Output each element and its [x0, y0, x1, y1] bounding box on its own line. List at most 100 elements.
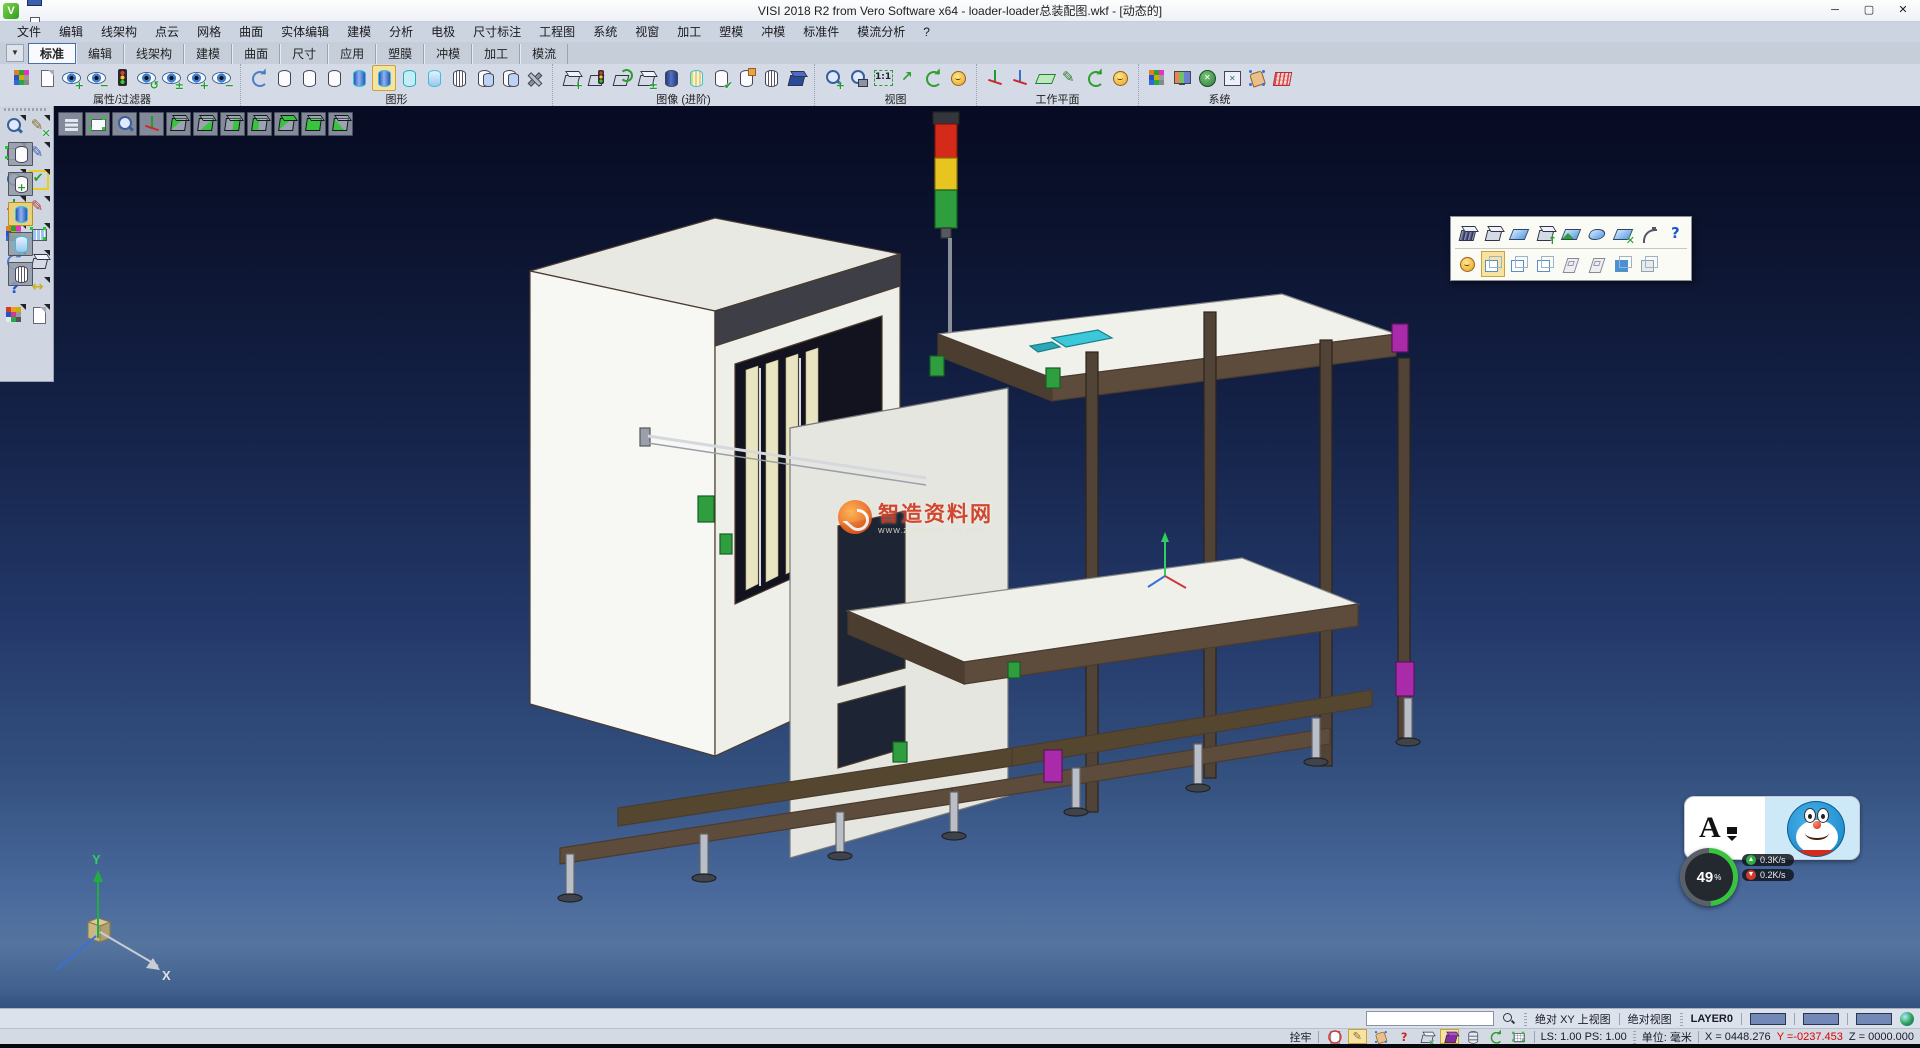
net-speed-widget[interactable]: A 49% ▲ 0.3K/s ▼: [1680, 796, 1880, 926]
menu-item-点云[interactable]: 点云: [146, 22, 188, 42]
layer-color-box-2[interactable]: [1803, 1013, 1839, 1025]
tab-模流[interactable]: 模流: [520, 44, 568, 64]
copy-page-button[interactable]: [27, 303, 50, 326]
menu-item-电极[interactable]: 电极: [422, 22, 464, 42]
fl-fillet-button[interactable]: [1637, 220, 1661, 246]
system-settings-button[interactable]: [1195, 65, 1219, 91]
style-transparent-button[interactable]: [8, 262, 33, 286]
fl-help-button[interactable]: [1663, 220, 1687, 246]
st-edit-mode-button[interactable]: [1348, 1029, 1367, 1044]
tab-应用[interactable]: 应用: [328, 44, 376, 64]
wireframe-hidden-button[interactable]: [297, 65, 321, 91]
shaded-edges-button[interactable]: [372, 65, 396, 91]
menu-item-分析[interactable]: 分析: [380, 22, 422, 42]
tab-dropdown-caret[interactable]: ▼: [6, 44, 24, 62]
tab-编辑[interactable]: 编辑: [76, 44, 124, 64]
zoom-1-1-button[interactable]: [871, 65, 895, 91]
view-left-button[interactable]: [247, 112, 272, 136]
hide-entities-button[interactable]: −: [85, 65, 109, 91]
toggle-visibility-button[interactable]: ±: [160, 65, 184, 91]
menu-item-视窗[interactable]: 视窗: [626, 22, 668, 42]
menu-item-?[interactable]: ?: [914, 22, 939, 42]
menu-item-编辑[interactable]: 编辑: [50, 22, 92, 42]
menu-item-标准件[interactable]: 标准件: [794, 22, 848, 42]
save-all-button[interactable]: [22, 0, 46, 11]
dock-grip[interactable]: [4, 108, 48, 111]
menu-item-网格[interactable]: 网格: [188, 22, 230, 42]
menu-item-曲面[interactable]: 曲面: [230, 22, 272, 42]
fl-plane-1-button[interactable]: [1559, 251, 1583, 277]
view-back-button[interactable]: [301, 112, 326, 136]
status-search-input[interactable]: [1366, 1011, 1494, 1026]
graphics-options-button[interactable]: [522, 65, 546, 91]
view-bottom-button[interactable]: [193, 112, 218, 136]
rotate-view-button[interactable]: [921, 65, 945, 91]
st-workplane-cube-button[interactable]: [1440, 1029, 1459, 1044]
view-top-button[interactable]: [166, 112, 191, 136]
view-right-button[interactable]: [220, 112, 245, 136]
layer-color-box-1[interactable]: [1750, 1013, 1786, 1025]
solid-toggle-button[interactable]: ±: [634, 65, 658, 91]
menu-item-文件[interactable]: 文件: [8, 22, 50, 42]
st-help-button[interactable]: [1394, 1029, 1413, 1044]
fl-surface-wave-button[interactable]: [1585, 220, 1609, 246]
3d-viewport[interactable]: Y X ✕+ ↑✕ 智造资料网 WWW.ZHIZAOZILIAO.COM A: [0, 106, 1920, 1008]
page-attributes-button[interactable]: [35, 65, 59, 91]
shaded-button[interactable]: [347, 65, 371, 91]
menu-item-冲模[interactable]: 冲模: [752, 22, 794, 42]
status-search-icon[interactable]: [1502, 1012, 1516, 1026]
workplane-view-button[interactable]: [1108, 65, 1132, 91]
menu-item-实体编辑[interactable]: 实体编辑: [272, 22, 338, 42]
tab-标准[interactable]: 标准: [28, 43, 76, 64]
view-front-button[interactable]: [274, 112, 299, 136]
tab-建模[interactable]: 建模: [184, 44, 232, 64]
fl-surface-create-button[interactable]: [1507, 220, 1531, 246]
cpu-percent-gauge[interactable]: 49%: [1680, 848, 1738, 906]
workplane-rotate-button[interactable]: [1083, 65, 1107, 91]
wireframe-dashed-button[interactable]: [322, 65, 346, 91]
hatched-button[interactable]: [447, 65, 471, 91]
view-normal-button[interactable]: [946, 65, 970, 91]
cyl-hatched-button[interactable]: [759, 65, 783, 91]
layer-color-box-3[interactable]: [1856, 1013, 1892, 1025]
system-select-button[interactable]: [1245, 65, 1269, 91]
sketch-erase-button[interactable]: ✕: [27, 114, 50, 137]
fl-cube-shaded-button[interactable]: [1481, 220, 1505, 246]
menu-item-建模[interactable]: 建模: [338, 22, 380, 42]
st-layer-stack-button[interactable]: [1463, 1029, 1482, 1044]
visibility-filter-button[interactable]: [110, 65, 134, 91]
fl-surface-measure-button[interactable]: [1559, 220, 1583, 246]
system-display-button[interactable]: [1170, 65, 1194, 91]
solid-refresh-button[interactable]: [609, 65, 633, 91]
solid-filter-button[interactable]: [584, 65, 608, 91]
refresh-visibility-button[interactable]: ↺: [135, 65, 159, 91]
tab-塑膜[interactable]: 塑膜: [376, 44, 424, 64]
system-colors-button[interactable]: [1145, 65, 1169, 91]
workplane-sketch-button[interactable]: [1058, 65, 1082, 91]
attributes-brush-button[interactable]: [10, 65, 34, 91]
menu-item-塑模[interactable]: 塑模: [710, 22, 752, 42]
fl-view-normal-button[interactable]: [1455, 251, 1479, 277]
st-protect-button[interactable]: [1325, 1029, 1344, 1044]
menu-item-系统[interactable]: 系统: [584, 22, 626, 42]
menu-item-加工[interactable]: 加工: [668, 22, 710, 42]
stamp-colors-button[interactable]: [3, 303, 26, 326]
tab-曲面[interactable]: 曲面: [232, 44, 280, 64]
vp-zoom-dynamic-button[interactable]: [112, 112, 137, 136]
show-all-button[interactable]: +: [185, 65, 209, 91]
fl-wirecube-4-button[interactable]: [1637, 251, 1661, 277]
style-shaded-edges-button[interactable]: [8, 232, 33, 256]
solid-show-button[interactable]: +: [559, 65, 583, 91]
wireframe-button[interactable]: [272, 65, 296, 91]
fl-cube-blue-button[interactable]: [1611, 251, 1635, 277]
vp-zoom-window-button[interactable]: [85, 112, 110, 136]
st-stamp-button[interactable]: [1371, 1029, 1390, 1044]
fl-extrude-up-button[interactable]: ↑: [1533, 220, 1557, 246]
tab-加工[interactable]: 加工: [472, 44, 520, 64]
snap-lock-label[interactable]: 拴牢: [1290, 1029, 1312, 1045]
system-window-config-button[interactable]: [1220, 65, 1244, 91]
close-button[interactable]: ✕: [1886, 0, 1920, 21]
tab-冲模[interactable]: 冲模: [424, 44, 472, 64]
viewport-menu-button[interactable]: [58, 112, 83, 136]
style-wireframe-button[interactable]: [8, 142, 33, 166]
